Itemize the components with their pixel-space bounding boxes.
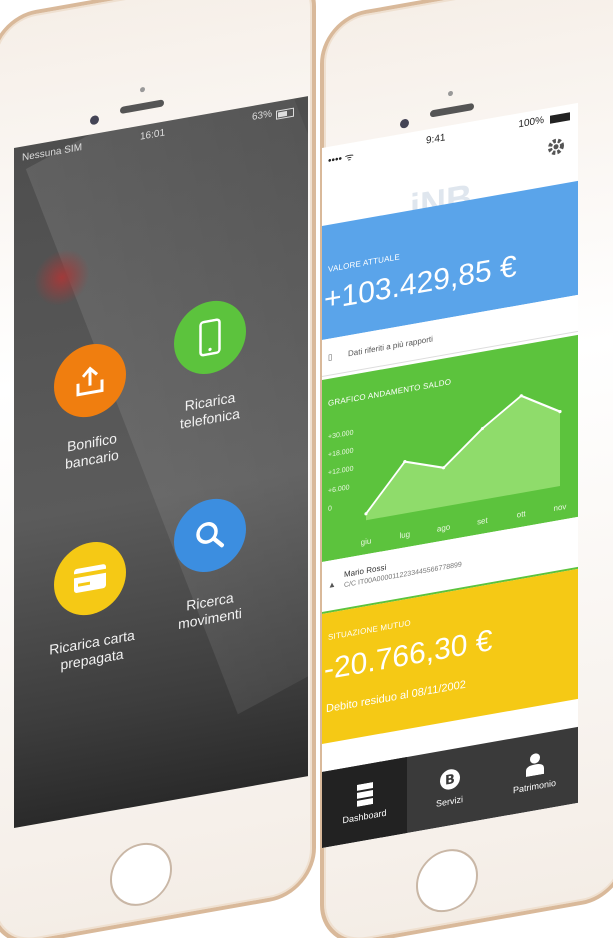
y-tick-label: +12.000 bbox=[328, 465, 354, 476]
x-tick-set: set bbox=[477, 516, 488, 527]
battery-percent: 63% bbox=[251, 108, 272, 124]
bonifico-button[interactable] bbox=[54, 338, 126, 423]
home-button-left[interactable] bbox=[110, 837, 172, 911]
mutuo-title: SITUAZIONE MUTUO bbox=[328, 618, 411, 642]
stage: Nessuna SIM 16:01 63% Bonifico bancario … bbox=[0, 0, 613, 938]
x-tick-giu: giu bbox=[361, 536, 372, 547]
x-tick-lug: lug bbox=[399, 530, 410, 541]
battery-icon-right bbox=[550, 112, 570, 124]
valore-note: Dati riferiti a più rapporti bbox=[348, 334, 433, 359]
proximity-sensor-right bbox=[448, 90, 453, 97]
upload-tray-icon bbox=[76, 366, 104, 397]
tab-servizi[interactable]: B Servizi bbox=[407, 742, 492, 833]
tab-patrimonio-label: Patrimonio bbox=[512, 777, 557, 796]
search-icon bbox=[196, 522, 224, 548]
tab-patrimonio[interactable]: Patrimonio bbox=[492, 727, 577, 818]
x-tick-ott: ott bbox=[517, 509, 527, 520]
front-camera bbox=[90, 114, 99, 126]
tab-dashboard-label: Dashboard bbox=[342, 807, 387, 826]
battery-percent-right: 100% bbox=[518, 114, 544, 131]
earpiece-speaker-right bbox=[430, 102, 474, 118]
proximity-sensor bbox=[140, 86, 145, 93]
ricarica-carta-label: Ricarica carta prepagata bbox=[32, 624, 152, 679]
tab-servizi-label: Servizi bbox=[435, 794, 463, 809]
home-button-right[interactable] bbox=[416, 844, 478, 918]
mutuo-subtitle: Debito residuo al 08/11/2002 bbox=[326, 678, 466, 716]
left-screen: Nessuna SIM 16:01 63% Bonifico bancario … bbox=[14, 96, 308, 829]
earpiece-speaker bbox=[120, 99, 164, 115]
bonifico-label: Bonifico bancario bbox=[32, 424, 152, 479]
valore-title: VALORE ATTUALE bbox=[328, 252, 400, 274]
y-tick-label: +6.000 bbox=[328, 484, 350, 495]
document-icon: ▯ bbox=[328, 352, 333, 362]
gear-icon[interactable] bbox=[546, 135, 566, 159]
svg-text:B: B bbox=[445, 772, 455, 789]
person-icon bbox=[525, 753, 544, 778]
smartphone-icon bbox=[199, 318, 221, 357]
front-camera-right bbox=[400, 118, 409, 129]
servizi-b-icon: B bbox=[439, 769, 460, 790]
person-small-icon: ▲ bbox=[328, 579, 336, 590]
credit-card-icon bbox=[74, 564, 106, 593]
y-tick-label: +18.000 bbox=[328, 447, 354, 458]
x-tick-nov: nov bbox=[554, 502, 567, 513]
tab-dashboard[interactable]: Dashboard bbox=[322, 757, 407, 848]
clock-label-right: 9:41 bbox=[426, 132, 446, 147]
dashboard-icon bbox=[356, 782, 373, 807]
y-tick-label: +30.000 bbox=[328, 429, 354, 440]
x-tick-ago: ago bbox=[437, 522, 451, 533]
chart-area bbox=[366, 395, 560, 521]
y-tick-label: 0 bbox=[328, 505, 332, 513]
battery-icon bbox=[276, 107, 294, 120]
ricarica-carta-button[interactable] bbox=[54, 536, 126, 621]
signal-dots: •••• ᯤ bbox=[328, 151, 354, 167]
right-screen: •••• ᯤ 9:41 100% iNB VALORE ATTUALE +103… bbox=[322, 102, 578, 848]
